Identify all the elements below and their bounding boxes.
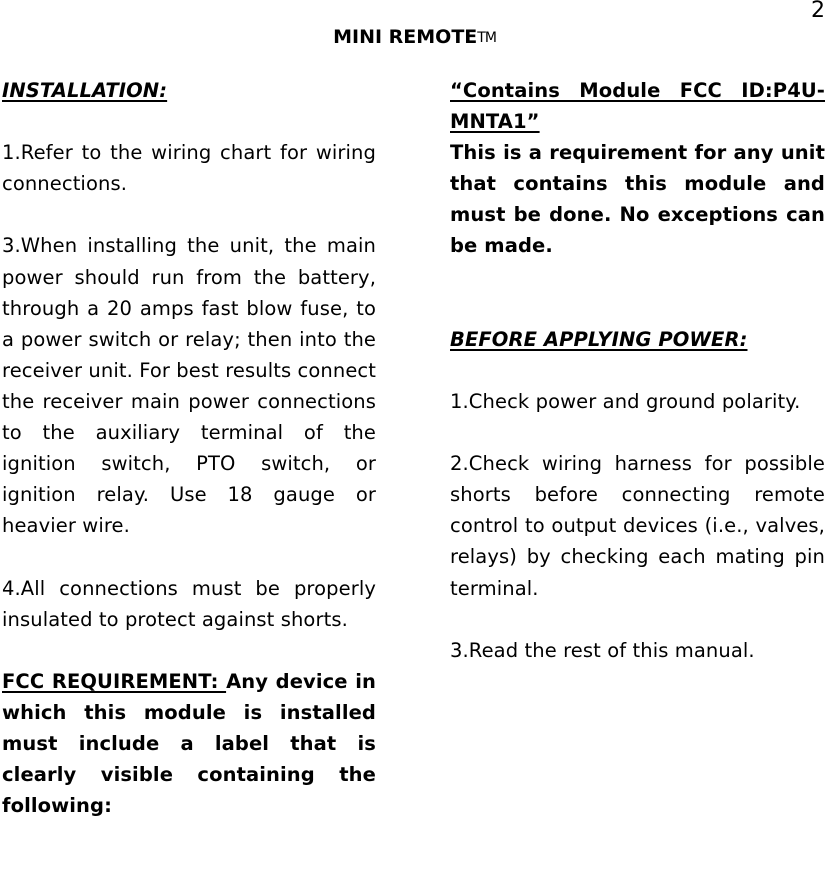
left-column: INSTALLATION: 1.Refer to the wiring char… (2, 75, 376, 821)
before-power-step-3: 3.Read the rest of this manual. (450, 638, 755, 662)
fcc-note: This is a requirement for any unit that … (450, 141, 825, 258)
page-number: 2 (811, 0, 825, 23)
before-power-step-2: 2.Check wiring harness for possible shor… (450, 452, 825, 600)
before-applying-power-heading: BEFORE APPLYING POWER: (450, 327, 748, 351)
fcc-id-label: “Contains Module FCC ID:P4U-MNTA1” (450, 79, 825, 134)
right-column: “Contains Module FCC ID:P4U-MNTA1” This … (450, 75, 825, 666)
installation-step-1: 1.Refer to the wiring chart for wiring c… (2, 141, 376, 196)
page-header: MINI REMOTETM (0, 24, 825, 51)
installation-step-3-part-2: For best results connect the receiver ma… (2, 358, 376, 538)
installation-step-4: 4.All connections must be properly insul… (2, 576, 376, 631)
document-title: MINI REMOTE (333, 26, 478, 48)
fcc-requirement-label: FCC REQUIREMENT: (2, 669, 227, 693)
fcc-requirement: FCC REQUIREMENT: Any device in which thi… (2, 666, 376, 821)
trademark-symbol: TM (477, 30, 497, 46)
before-power-step-1: 1.Check power and ground polarity. (450, 389, 801, 413)
installation-heading: INSTALLATION: (2, 79, 168, 102)
installation-step-3: 3.When installing the unit, the main pow… (2, 230, 376, 541)
